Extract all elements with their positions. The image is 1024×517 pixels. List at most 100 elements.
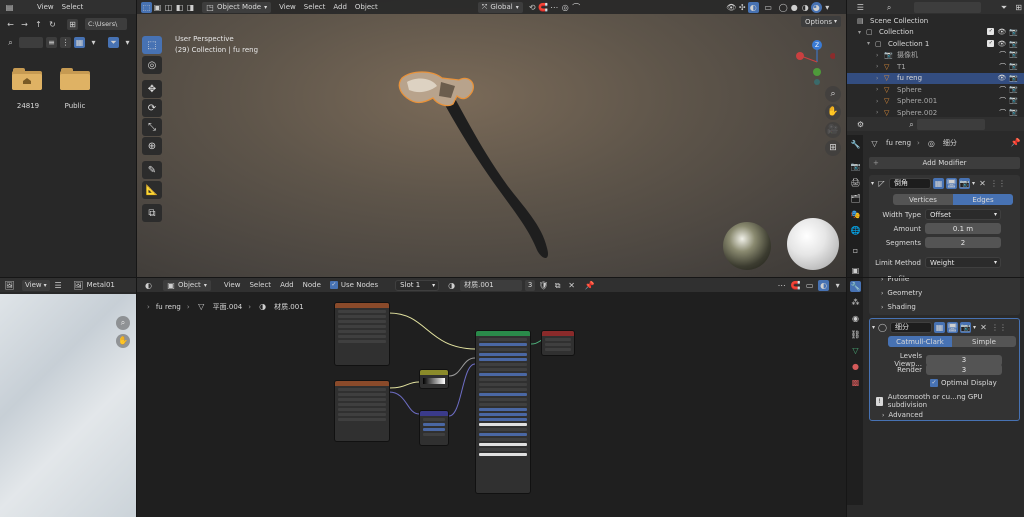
cursor-tool[interactable]: ◎ — [142, 56, 162, 74]
outliner-row[interactable]: ▾ ▢ Collection ✓ 👁 📷 — [847, 27, 1024, 38]
material-browse-icon[interactable]: ◑ — [446, 280, 457, 291]
falloff-icon[interactable]: ⌒ — [571, 2, 582, 13]
perspective-toggle-icon[interactable]: ⊞ — [825, 140, 841, 156]
view-layer-tab-icon[interactable]: 🗂 — [850, 193, 861, 204]
eye-icon[interactable]: 👁 — [997, 40, 1006, 48]
shading-options-icon[interactable]: ▾ — [822, 2, 833, 13]
image-canvas[interactable]: ⌕ ✋ — [0, 294, 136, 517]
menu-select[interactable]: Select — [249, 281, 271, 289]
eye-icon[interactable]: 👁 — [997, 74, 1006, 82]
geometry-subpanel[interactable]: › Geometry — [881, 289, 922, 297]
display-options-icon[interactable]: ▾ — [88, 37, 99, 48]
gizmo-x-axis[interactable] — [796, 52, 804, 60]
pan-hand-icon[interactable]: ✋ — [825, 104, 841, 120]
panel-divider[interactable] — [846, 0, 847, 517]
outliner-row[interactable]: › ▽ fu reng 👁 📷 — [847, 72, 1024, 84]
chevron-right-icon[interactable]: ▾ — [858, 29, 866, 36]
select-invert-icon[interactable]: ◧ — [174, 2, 185, 13]
add-modifier-button[interactable]: + Add Modifier — [869, 157, 1020, 169]
material-shading-icon[interactable]: ◑ — [800, 2, 811, 13]
chevron-down-icon[interactable]: ▾ — [871, 180, 874, 187]
overlay-toggle-icon[interactable]: ◐ — [818, 279, 830, 291]
back-arrow-icon[interactable]: ← — [5, 19, 16, 30]
chevron-right-icon[interactable]: › — [876, 86, 884, 93]
overlay-options-icon[interactable]: ▾ — [832, 280, 843, 291]
snap-icon[interactable]: 🧲 — [538, 2, 549, 13]
annotate-tool[interactable]: ✎ — [142, 161, 162, 179]
limit-method-dropdown[interactable]: Weight ▾ — [925, 257, 1001, 268]
backdrop-icon[interactable]: ▭ — [804, 280, 815, 291]
overlay-toggle-icon[interactable]: ◐ — [747, 1, 759, 13]
render-levels-field[interactable]: 3 — [926, 364, 1002, 375]
render-toggle-icon[interactable]: 📷 — [959, 177, 971, 189]
camera-render-icon[interactable]: 📷 — [1009, 85, 1018, 95]
edit-mode-toggle-icon[interactable]: ▦ — [934, 321, 946, 333]
parent-dir-icon[interactable]: ↑ — [33, 19, 44, 30]
node-wrangler-icon[interactable]: 🧲 — [790, 280, 801, 291]
display-mode-icon[interactable]: ⌕ — [884, 2, 895, 13]
subsurf-name-field[interactable]: 细分 — [890, 321, 933, 333]
texture-tab-icon[interactable]: ▩ — [850, 377, 861, 388]
filter-icon[interactable]: ⏷ — [999, 2, 1010, 13]
shading-subpanel[interactable]: › Shading — [881, 303, 916, 311]
chevron-right-icon[interactable]: › — [876, 98, 884, 105]
chevron-right-icon[interactable]: › — [876, 75, 884, 82]
thumbnail-large-icon[interactable]: ▦ — [74, 36, 85, 48]
select-mode-icon[interactable]: ⬚ — [141, 1, 152, 13]
rendered-shading-icon[interactable]: ◕ — [810, 1, 822, 13]
shader-type-dropdown[interactable]: ▣ Object ▾ — [163, 279, 211, 291]
drag-handle-icon[interactable]: ⋮⋮ — [991, 322, 1007, 333]
modifier-tab-icon[interactable]: 🔧 — [850, 281, 861, 292]
bevel-name-field[interactable]: 倒角 — [889, 177, 932, 189]
search-icon[interactable]: ⌕ — [906, 119, 917, 130]
pan-hand-icon[interactable]: ✋ — [116, 334, 130, 348]
snap-icon[interactable]: ⋯ — [776, 280, 787, 291]
wireframe-shading-icon[interactable]: ◯ — [778, 2, 789, 13]
camera-view-icon[interactable]: 🎥 — [825, 122, 841, 138]
menu-add[interactable]: Add — [280, 281, 294, 289]
eye-icon[interactable]: ⌒ — [999, 96, 1006, 106]
object-tab-icon[interactable]: ▣ — [850, 265, 861, 276]
use-nodes-checkbox[interactable]: ✓ Use Nodes — [329, 281, 378, 289]
camera-render-icon[interactable]: 📷 — [1009, 108, 1018, 118]
particles-tab-icon[interactable]: ⁂ — [850, 297, 861, 308]
catmull-clark-tab[interactable]: Catmull-Clark — [888, 336, 952, 347]
menu-view[interactable]: View — [224, 281, 241, 289]
search-icon[interactable]: ⌕ — [5, 37, 16, 48]
measure-tool[interactable]: 📐 — [142, 181, 162, 199]
width-type-dropdown[interactable]: Offset ▾ — [925, 209, 1001, 220]
camera-render-icon[interactable]: 📷 — [1009, 74, 1018, 82]
chevron-down-icon[interactable]: ▾ — [872, 324, 875, 331]
editor-type-icon[interactable]: ☰ — [855, 2, 866, 13]
chevron-down-icon[interactable]: ▾ — [972, 180, 975, 187]
navigation-gizmo[interactable]: Z — [787, 36, 835, 86]
move-tool[interactable]: ✥ — [142, 80, 162, 98]
duplicate-icon[interactable]: ⧉ — [552, 280, 563, 291]
path-field[interactable]: C:\Users\ — [85, 18, 127, 30]
transform-tool[interactable]: ⊕ — [142, 137, 162, 155]
image-texture-node-2[interactable] — [334, 380, 390, 442]
amount-field[interactable]: 0.1 m — [925, 223, 1001, 234]
select-box-tool[interactable]: ⬚ — [142, 36, 162, 54]
image-icon[interactable]: 🖼 — [73, 280, 84, 291]
chevron-right-icon[interactable]: › — [876, 52, 884, 59]
scale-tool[interactable]: ⤡ — [142, 118, 162, 136]
pin-icon[interactable]: 📌 — [584, 280, 595, 291]
chevron-right-icon[interactable]: › — [876, 63, 884, 70]
collection-tab-icon[interactable]: ▫ — [850, 245, 861, 256]
pivot-icon[interactable]: ⟲ — [527, 2, 538, 13]
gizmo-y-axis[interactable] — [813, 68, 821, 76]
thumbnail-small-icon[interactable]: ⋮ — [60, 36, 71, 48]
edit-mode-toggle-icon[interactable]: ▦ — [933, 177, 945, 189]
material-tab-icon[interactable]: ● — [850, 361, 861, 372]
drag-handle-icon[interactable]: ⋮⋮ — [990, 178, 1006, 189]
edges-tab[interactable]: Edges — [953, 194, 1013, 205]
camera-render-icon[interactable]: 📷 — [1009, 62, 1018, 72]
exclude-checkbox-icon[interactable]: ✓ — [987, 28, 995, 35]
normal-map-node[interactable] — [419, 410, 449, 446]
scene-tab-icon[interactable]: 🎭 — [850, 209, 861, 220]
chevron-down-icon[interactable]: ▾ — [973, 324, 976, 331]
menu-select[interactable]: Select — [304, 3, 326, 11]
menu-view[interactable]: View — [37, 3, 54, 11]
menu-view[interactable]: View — [279, 3, 296, 11]
